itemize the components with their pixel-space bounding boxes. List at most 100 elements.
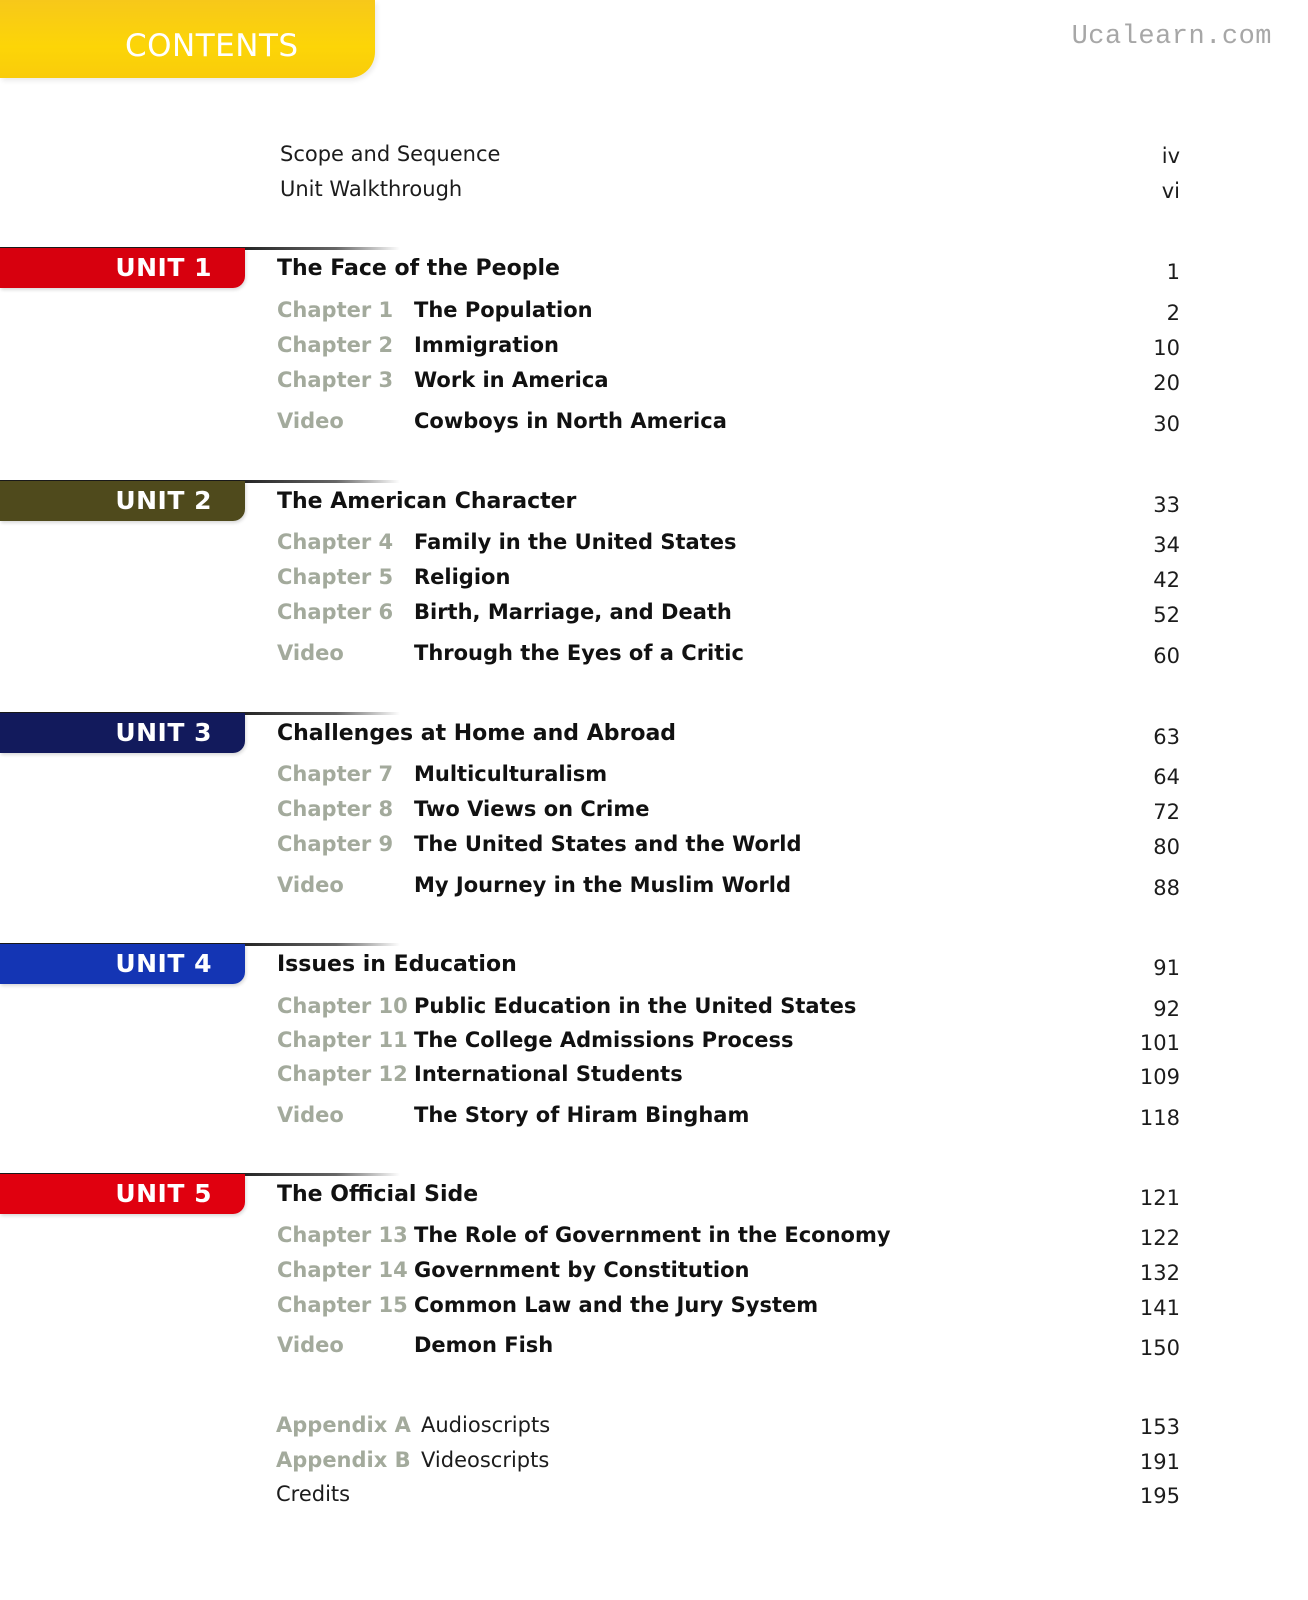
entry-kind: Chapter 5 [277, 565, 394, 589]
unit-tab: UNIT 4 [0, 944, 245, 984]
toc-entry[interactable]: Chapter 14 Government by Constitution 13… [0, 1258, 1308, 1292]
unit-tab: UNIT 1 [0, 248, 245, 288]
page-number: 92 [1153, 997, 1180, 1021]
toc-entry-video[interactable]: Video The Story of Hiram Bingham 118 [0, 1103, 1308, 1137]
entry-title: Government by Constitution [414, 1258, 750, 1282]
entry-kind: Video [277, 1103, 344, 1127]
entry-kind: Chapter 11 [277, 1028, 408, 1052]
unit-title[interactable]: The American Character [277, 489, 576, 514]
page-title: CONTENTS [125, 28, 299, 64]
toc-entry-video[interactable]: Video Through the Eyes of a Critic 60 [0, 641, 1308, 675]
toc-entry[interactable]: Chapter 1 The Population 2 [0, 298, 1308, 332]
page-number: 34 [1153, 533, 1180, 557]
toc-credits[interactable]: Credits 195 [0, 1482, 1308, 1516]
entry-title: Through the Eyes of a Critic [414, 641, 744, 665]
entry-title: My Journey in the Muslim World [414, 873, 792, 897]
entry-kind: Chapter 8 [277, 797, 394, 821]
appendix-kind: Appendix B [276, 1448, 411, 1472]
entry-title: Demon Fish [414, 1333, 554, 1357]
toc-entry[interactable]: Chapter 7 Multiculturalism 64 [0, 762, 1308, 796]
entry-kind: Chapter 7 [277, 762, 394, 786]
toc-entry[interactable]: Chapter 10 Public Education in the Unite… [0, 994, 1308, 1028]
entry-kind: Chapter 13 [277, 1223, 408, 1247]
page-number: 109 [1139, 1065, 1180, 1089]
entry-kind: Chapter 12 [277, 1062, 408, 1086]
entry-title: Birth, Marriage, and Death [414, 600, 732, 624]
entry-title: Work in America [414, 368, 609, 392]
entry-kind: Chapter 10 [277, 994, 408, 1018]
unit-divider [240, 943, 400, 946]
toc-entry[interactable]: Chapter 13 The Role of Government in the… [0, 1223, 1308, 1257]
entry-kind: Chapter 6 [277, 600, 394, 624]
toc-entry-video[interactable]: Video Cowboys in North America 30 [0, 409, 1308, 443]
unit-divider [240, 480, 400, 483]
entry-title: The Population [414, 298, 593, 322]
entry-title: Immigration [414, 333, 559, 357]
page-number: 80 [1153, 835, 1180, 859]
unit-label: UNIT 1 [115, 253, 212, 282]
toc-appendix[interactable]: Appendix B Videoscripts 191 [0, 1448, 1308, 1482]
toc-entry[interactable]: Chapter 6 Birth, Marriage, and Death 52 [0, 600, 1308, 634]
page-number: 10 [1153, 336, 1180, 360]
toc-entry[interactable]: Chapter 3 Work in America 20 [0, 368, 1308, 402]
toc-appendix[interactable]: Appendix A Audioscripts 153 [0, 1413, 1308, 1447]
page-number: 88 [1153, 876, 1180, 900]
entry-title: The College Admissions Process [414, 1028, 794, 1052]
toc-entry-video[interactable]: Video My Journey in the Muslim World 88 [0, 873, 1308, 907]
entry-title: Multiculturalism [414, 762, 608, 786]
entry-kind: Chapter 1 [277, 298, 394, 322]
page-number: 101 [1139, 1031, 1180, 1055]
page-number: 52 [1153, 603, 1180, 627]
entry-kind: Chapter 15 [277, 1293, 408, 1317]
toc-entry[interactable]: Chapter 8 Two Views on Crime 72 [0, 797, 1308, 831]
watermark: Ucalearn.com [1071, 22, 1272, 52]
entry-title: The Role of Government in the Economy [414, 1223, 891, 1247]
page-number: 20 [1153, 371, 1180, 395]
toc-entry[interactable]: Chapter 9 The United States and the Worl… [0, 832, 1308, 866]
appendix-title: Audioscripts [421, 1413, 551, 1437]
entry-kind: Chapter 2 [277, 333, 394, 357]
contents-header-tab: CONTENTS [0, 0, 375, 78]
toc-entry[interactable]: Chapter 15 Common Law and the Jury Syste… [0, 1293, 1308, 1327]
page-number: 118 [1139, 1106, 1180, 1130]
entry-kind: Chapter 4 [277, 530, 394, 554]
toc-front-item[interactable]: Unit Walkthrough vi [0, 177, 1308, 211]
toc-entry-video[interactable]: Video Demon Fish 150 [0, 1333, 1308, 1367]
unit-title[interactable]: The Face of the People [277, 256, 560, 281]
entry-kind: Chapter 3 [277, 368, 394, 392]
page-number: 121 [1139, 1186, 1180, 1210]
entry-title: Two Views on Crime [414, 797, 650, 821]
toc-entry[interactable]: Chapter 4 Family in the United States 34 [0, 530, 1308, 564]
entry-title: The United States and the World [414, 832, 802, 856]
unit-divider [240, 247, 400, 250]
unit-label: UNIT 2 [115, 486, 212, 515]
unit-tab: UNIT 5 [0, 1174, 245, 1214]
unit-divider [240, 712, 400, 715]
page-number: 60 [1153, 644, 1180, 668]
unit-title[interactable]: Issues in Education [277, 952, 517, 977]
unit-label: UNIT 3 [115, 718, 212, 747]
unit-title[interactable]: Challenges at Home and Abroad [277, 721, 676, 746]
page-number: 63 [1153, 725, 1180, 749]
page-number: 30 [1153, 412, 1180, 436]
toc-entry[interactable]: Chapter 11 The College Admissions Proces… [0, 1028, 1308, 1062]
page-number: 150 [1139, 1336, 1180, 1360]
entry-title: Cowboys in North America [414, 409, 727, 433]
page-number: 91 [1153, 956, 1180, 980]
credits-label: Credits [276, 1482, 351, 1506]
entry-kind: Video [277, 641, 344, 665]
page-number: 1 [1166, 260, 1180, 284]
toc-front-item[interactable]: Scope and Sequence iv [0, 142, 1308, 176]
toc-item-label: Scope and Sequence [280, 142, 501, 166]
page-number: 195 [1139, 1484, 1180, 1508]
toc-entry[interactable]: Chapter 12 International Students 109 [0, 1062, 1308, 1096]
entry-kind: Video [277, 409, 344, 433]
page-number: iv [1161, 144, 1180, 168]
unit-title[interactable]: The Official Side [277, 1182, 478, 1207]
unit-label: UNIT 4 [115, 949, 212, 978]
entry-kind: Chapter 9 [277, 832, 394, 856]
page-number: 72 [1153, 800, 1180, 824]
unit-divider [240, 1173, 400, 1176]
toc-entry[interactable]: Chapter 5 Religion 42 [0, 565, 1308, 599]
toc-entry[interactable]: Chapter 2 Immigration 10 [0, 333, 1308, 367]
